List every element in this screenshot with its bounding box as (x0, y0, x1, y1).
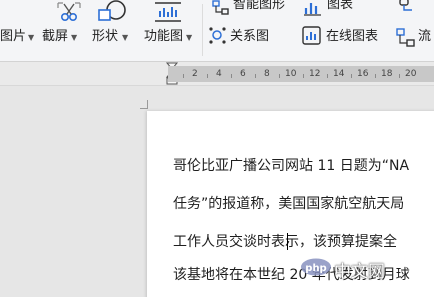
shapes-label: 形状 (92, 29, 119, 44)
flow-label: 流 (418, 29, 432, 44)
document-text-line[interactable]: 哥伦比亚广播公司网站 11 日题为“NA (173, 157, 409, 175)
ruler-number: 4 (216, 69, 222, 79)
picture-label: 图片 (0, 29, 27, 44)
flowchart-icon (396, 28, 415, 47)
chart-icon (304, 3, 321, 16)
ruler-scale: 2 4 6 8 10 12 14 16 18 20 (168, 66, 434, 82)
function-chart-icon (155, 2, 181, 22)
ruler-tick (279, 74, 280, 78)
picture-button[interactable]: 图片 ▼ (0, 0, 44, 60)
online-chart-label: 在线图表 (326, 29, 379, 44)
text-cursor (287, 233, 288, 250)
ribbon-toolbar: 图片 ▼ 截屏 ▼ 形状 ▼ 功能图 ▼ 智能图形 图表 关系图 在线图表 流 (0, 0, 434, 62)
function-chart-button[interactable]: 功能图 ▼ (143, 0, 203, 60)
flowchart-icon (399, 0, 412, 11)
chevron-down-icon: ▼ (122, 33, 129, 42)
function-chart-label: 功能图 (144, 29, 184, 44)
chart-button[interactable]: 图表 (304, 0, 360, 22)
chevron-down-icon: ▼ (28, 33, 35, 42)
online-chart-icon (302, 26, 321, 45)
ruler-number: 10 (285, 69, 297, 79)
ruler-tick (327, 74, 328, 78)
ruler-number: 16 (357, 69, 369, 79)
ruler-tick (183, 74, 184, 78)
ruler-number: 12 (309, 69, 321, 79)
shapes-icon (98, 0, 126, 21)
relation-chart-icon (209, 27, 226, 44)
screenshot-button[interactable]: 截屏 ▼ (42, 0, 92, 60)
smart-art-button[interactable]: 智能图形 (210, 0, 298, 22)
online-chart-button[interactable]: 在线图表 (300, 26, 392, 48)
ruler-number: 18 (381, 69, 393, 79)
ruler-number: 14 (333, 69, 345, 79)
svg-text:php: php (305, 263, 326, 274)
ruler-tick (231, 74, 232, 78)
watermark-text: 中文网 (334, 262, 385, 282)
scissors-icon (57, 2, 81, 22)
page-corner-mark (147, 100, 148, 109)
ruler-number: 20 (405, 69, 417, 79)
flow-button[interactable]: 流 (396, 0, 434, 60)
ruler-tick (351, 74, 352, 78)
relation-chart-button[interactable]: 关系图 (206, 26, 286, 48)
smart-art-label: 智能图形 (233, 0, 286, 12)
chevron-down-icon: ▼ (186, 33, 193, 42)
site-watermark: php 中文网 (300, 253, 428, 283)
chevron-down-icon: ▼ (71, 33, 78, 42)
document-text-line[interactable]: 工作人员交谈时表示，该预算提案全 (173, 233, 397, 251)
divider (202, 4, 203, 56)
ruler-number: 6 (240, 69, 246, 79)
ruler-number: 2 (192, 69, 198, 79)
horizontal-ruler: 2 4 6 8 10 12 14 16 18 20 (0, 62, 434, 86)
ruler-number: 8 (264, 69, 270, 79)
chart-label: 图表 (327, 0, 354, 12)
ruler-tick (303, 74, 304, 78)
ruler-tick (399, 74, 400, 78)
ruler-tick (207, 74, 208, 78)
screenshot-label: 截屏 (42, 29, 69, 44)
relation-chart-label: 关系图 (230, 29, 270, 44)
ruler-tick (255, 74, 256, 78)
php-logo-icon: php (301, 258, 331, 276)
ruler-tick (375, 74, 376, 78)
shapes-button[interactable]: 形状 ▼ (92, 0, 134, 60)
document-text-line[interactable]: 任务”的报道称，美国国家航空航天局 (173, 195, 404, 213)
smart-art-icon (212, 0, 229, 15)
